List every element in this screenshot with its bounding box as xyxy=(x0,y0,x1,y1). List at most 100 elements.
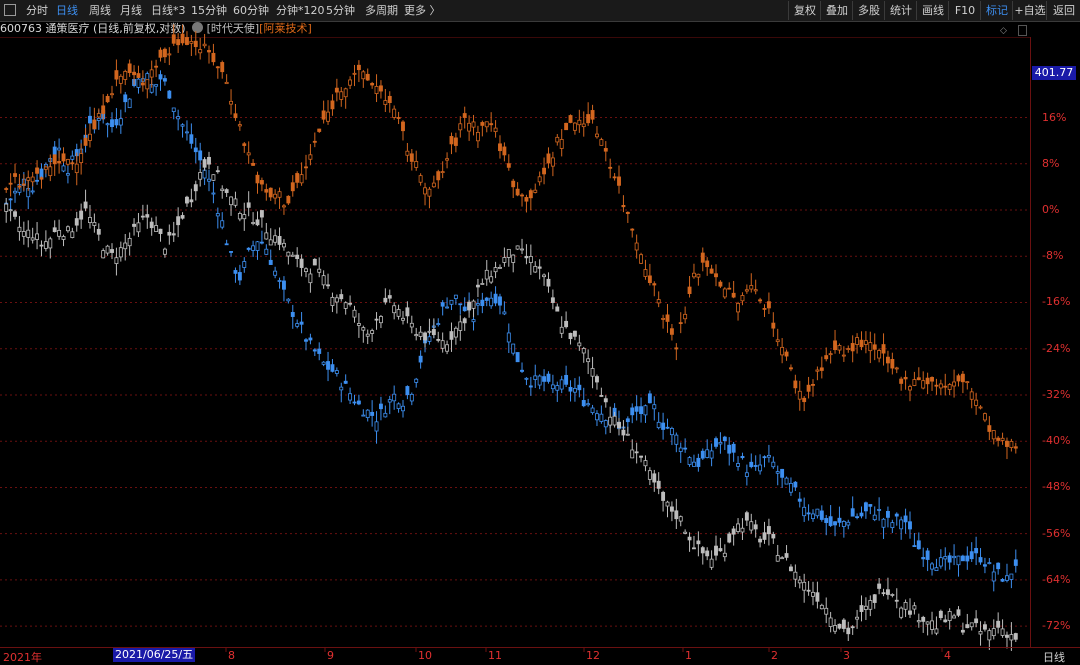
candle-body xyxy=(57,147,62,151)
price-chart[interactable] xyxy=(0,0,1080,664)
candle-body xyxy=(321,110,326,120)
candle-body xyxy=(440,302,445,307)
candle-body xyxy=(846,521,851,526)
candle-body xyxy=(140,215,145,218)
candle-body xyxy=(687,457,692,465)
candle-body xyxy=(286,298,291,302)
candle-body xyxy=(480,122,485,126)
candle-body xyxy=(789,483,793,493)
candle-body xyxy=(903,376,908,380)
candle-body xyxy=(925,377,930,385)
current-price-tag: 401.77 xyxy=(1032,66,1076,80)
candle-body xyxy=(749,461,754,468)
candle-body xyxy=(793,571,798,580)
candle-body xyxy=(193,184,198,192)
candle-body xyxy=(925,621,930,625)
candle-body xyxy=(590,368,595,377)
candle-body xyxy=(52,154,57,165)
candle-body xyxy=(26,229,31,238)
x-month-label: 8 xyxy=(228,649,235,662)
candle-body xyxy=(101,250,106,259)
candle-body xyxy=(661,491,666,501)
candle-body xyxy=(595,376,599,383)
candle-body xyxy=(899,378,904,384)
candle-body xyxy=(414,161,419,168)
y-tick-label: -24% xyxy=(1042,341,1071,355)
candle-body xyxy=(13,190,17,194)
candle-body xyxy=(855,337,860,345)
candle-body xyxy=(758,464,763,472)
candle-body xyxy=(409,393,414,402)
candle-body xyxy=(118,247,123,258)
candle-body xyxy=(1013,446,1018,449)
candle-body xyxy=(916,377,921,381)
candle-body xyxy=(35,179,40,182)
candle-body xyxy=(118,75,123,84)
candle-body xyxy=(88,133,92,141)
candle-body xyxy=(123,242,128,250)
candle-body xyxy=(317,348,322,354)
y-tick-label: 8% xyxy=(1042,156,1060,170)
candle-body xyxy=(180,124,185,127)
candle-body xyxy=(30,176,35,183)
candle-body xyxy=(952,381,957,387)
candle-body xyxy=(365,333,370,337)
candle-body xyxy=(550,157,555,167)
candle-body xyxy=(379,316,383,324)
y-tick-label: -48% xyxy=(1042,480,1071,494)
candle-body xyxy=(643,460,648,467)
candle-body xyxy=(819,510,824,520)
candle-body xyxy=(802,506,807,517)
candle-body xyxy=(176,216,181,226)
candle-body xyxy=(273,270,278,276)
candle-body xyxy=(908,610,912,615)
candle-body xyxy=(855,616,860,620)
candle-body xyxy=(396,403,401,409)
candle-body xyxy=(304,339,308,342)
candle-body xyxy=(982,413,987,421)
candle-body xyxy=(224,189,229,193)
candle-body xyxy=(317,128,322,132)
candle-body xyxy=(625,433,630,436)
candle-body xyxy=(343,302,348,309)
candle-body xyxy=(458,321,463,331)
candle-body xyxy=(57,229,62,237)
candle-body xyxy=(251,245,256,251)
candle-body xyxy=(185,37,189,45)
candle-body xyxy=(559,379,564,390)
candle-body xyxy=(639,254,643,264)
candle-body xyxy=(528,385,533,388)
candle-body xyxy=(793,380,798,389)
candle-body xyxy=(17,185,22,188)
candle-body xyxy=(339,386,344,391)
candle-body xyxy=(665,501,670,507)
candle-body xyxy=(65,173,70,176)
candle-body xyxy=(899,607,904,618)
candle-body xyxy=(974,399,979,406)
candle-body xyxy=(436,323,441,326)
candle-body xyxy=(656,299,661,304)
candle-body xyxy=(132,71,136,76)
candle-body xyxy=(996,437,1001,441)
candle-body xyxy=(409,153,414,162)
candle-body xyxy=(1013,633,1018,640)
candle-body xyxy=(537,266,542,269)
candle-body xyxy=(987,562,992,565)
candle-body xyxy=(855,516,860,519)
candle-body xyxy=(956,555,961,566)
candle-body xyxy=(365,409,370,418)
candle-body xyxy=(740,295,745,302)
candle-body xyxy=(991,571,996,582)
candle-body xyxy=(171,34,176,44)
candle-body xyxy=(361,414,366,417)
candle-body xyxy=(154,84,159,87)
candle-body xyxy=(599,139,604,146)
candle-body xyxy=(401,317,405,321)
candle-body xyxy=(1005,440,1009,447)
candle-body xyxy=(215,66,220,69)
candle-body xyxy=(330,100,335,110)
candle-body xyxy=(921,380,926,389)
candle-body xyxy=(321,361,326,365)
candle-body xyxy=(489,276,494,283)
candle-body xyxy=(978,557,983,563)
